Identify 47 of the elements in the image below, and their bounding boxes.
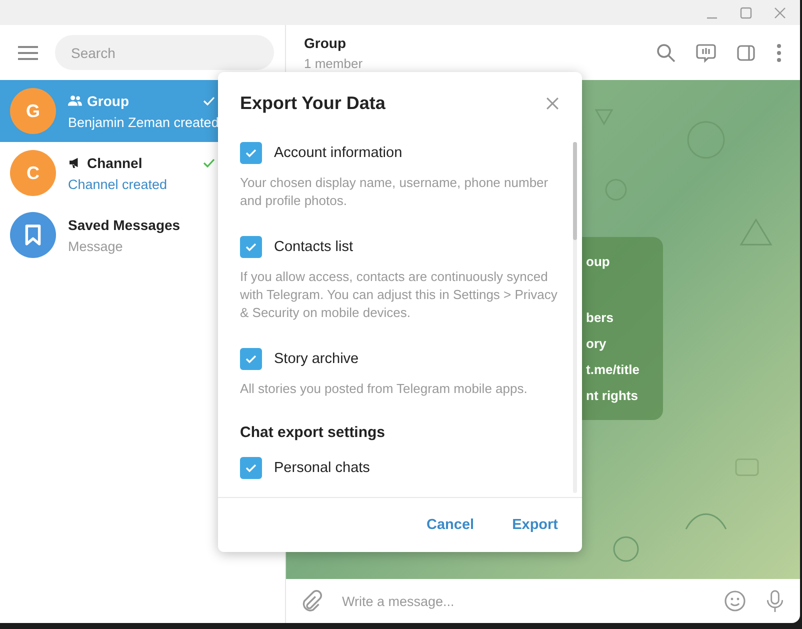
message-preview: Message	[68, 238, 123, 254]
checkmark-icon	[245, 463, 257, 473]
info-text: oup	[586, 253, 611, 271]
avatar: C	[10, 150, 56, 196]
close-icon[interactable]	[774, 6, 786, 18]
section-heading: Chat export settings	[240, 424, 386, 441]
chat-title: Group	[304, 34, 347, 50]
paperclip-icon[interactable]	[300, 590, 322, 612]
checkbox[interactable]	[240, 236, 262, 258]
smiley-icon[interactable]	[724, 590, 746, 612]
checkbox[interactable]	[240, 457, 262, 479]
avatar: G	[10, 88, 56, 134]
scrollbar-thumb[interactable]	[573, 142, 577, 240]
close-icon[interactable]	[546, 96, 559, 110]
description-text: Your chosen display name, username, phone number and profile photos.	[240, 174, 550, 210]
checkbox-label[interactable]: Personal chats	[274, 460, 370, 476]
checkbox-label[interactable]: Account information	[274, 145, 402, 161]
checkbox-label[interactable]: Story archive	[274, 351, 359, 367]
info-text: bers	[586, 309, 614, 327]
cancel-button[interactable]: Cancel	[414, 509, 486, 541]
checkbox-label[interactable]: Contacts list	[274, 239, 353, 255]
checkmark-icon	[245, 354, 257, 364]
more-icon[interactable]	[776, 42, 782, 62]
info-text: nt rights	[586, 387, 639, 405]
menu-icon[interactable]	[18, 46, 38, 60]
checkbox[interactable]	[240, 142, 262, 164]
checkbox[interactable]	[240, 348, 262, 370]
member-count: 1 member	[304, 56, 363, 70]
description-text: If you allow access, contacts are continuously synced with Telegram. You can adjust this in Settings > Privacy & Security on mobile devices.	[240, 268, 558, 322]
search-field[interactable]: Search	[55, 35, 274, 70]
group-icon	[68, 95, 82, 106]
info-text: t.me/title	[586, 361, 640, 379]
checkmark-icon	[245, 148, 257, 158]
chat-name: Group	[87, 92, 129, 108]
chat-name: Channel	[87, 154, 142, 170]
message-preview: Benjamin Zeman created	[68, 114, 219, 130]
description-text: All stories you posted from Telegram mobile apps.	[240, 380, 528, 398]
side-panel-icon[interactable]	[736, 42, 756, 62]
info-text: ory	[586, 335, 608, 353]
export-button[interactable]: Export	[500, 509, 570, 541]
message-preview: Channel created	[68, 176, 168, 192]
chat-name: Saved Messages	[68, 216, 180, 232]
search-icon[interactable]	[656, 42, 676, 62]
maximize-icon[interactable]	[740, 6, 752, 18]
microphone-icon[interactable]	[764, 590, 786, 612]
checkmark-icon	[245, 242, 257, 252]
chat-bubble-icon[interactable]	[696, 42, 716, 62]
